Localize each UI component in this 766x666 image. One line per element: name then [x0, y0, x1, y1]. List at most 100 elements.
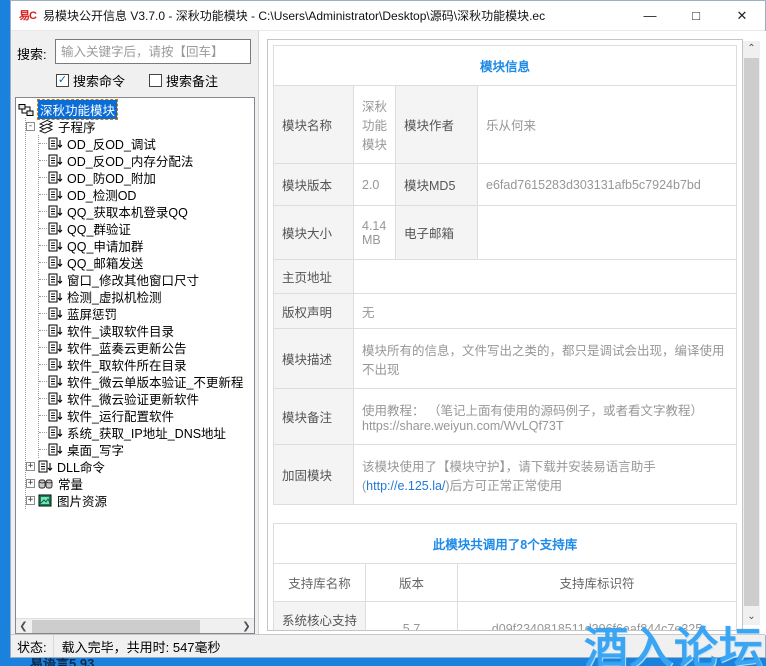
search-label: 搜索:: [17, 47, 47, 62]
expand-icon[interactable]: +: [26, 496, 35, 505]
app-icon: 易C: [19, 9, 37, 22]
right-panel: 模块信息 模块名称 深秋功能模块 模块作者 乐从何来 模块版本 2.0 模块MD…: [259, 31, 766, 635]
module-tree: 深秋功能模块 - 子程序 OD_反OD_调试 OD_反OD_内存分配法 OD_防…: [15, 97, 255, 634]
tree-item[interactable]: 桌面_写字: [39, 441, 254, 458]
lib-name: 系统核心支持库[krnln]: [273, 601, 366, 630]
tree-item[interactable]: 软件_运行配置软件: [39, 407, 254, 424]
tree-connector-line: [39, 296, 47, 297]
method-doc-icon: [48, 273, 63, 285]
tree-item[interactable]: QQ_申请加群: [39, 237, 254, 254]
app-window: 易C 易模块公开信息 V3.7.0 - 深秋功能模块 - C:\Users\Ad…: [10, 0, 766, 658]
tree-item[interactable]: 软件_蓝奏云更新公告: [39, 339, 254, 356]
tree-connector-line: [39, 245, 47, 246]
expand-icon[interactable]: +: [26, 462, 35, 471]
tree-item[interactable]: 蓝屏惩罚: [39, 305, 254, 322]
method-doc-icon: [48, 375, 63, 387]
method-doc-icon: [48, 154, 63, 166]
field-value: 使用教程： （笔记上面有使用的源码例子，或者看文字教程） https://sha…: [353, 388, 737, 445]
tree-item[interactable]: OD_防OD_附加: [39, 169, 254, 186]
field-value: 该模块使用了【模块守护】，请下载并安装易语言助手(http://e.125.la…: [353, 444, 737, 505]
field-value: [353, 259, 737, 294]
checkbox-search-remark[interactable]: 搜索备注: [149, 71, 218, 90]
tree-connector-line: [39, 177, 47, 178]
checkbox-command-label: 搜索命令: [73, 74, 126, 89]
method-doc-icon: [48, 426, 63, 438]
tree-connector-line: [39, 160, 47, 161]
method-doc-icon: [48, 222, 63, 234]
close-button[interactable]: ✕: [719, 1, 765, 30]
tree-item[interactable]: QQ_邮箱发送: [39, 254, 254, 271]
tree-item[interactable]: QQ_获取本机登录QQ: [39, 203, 254, 220]
tree-item[interactable]: OD_反OD_内存分配法: [39, 152, 254, 169]
right-vertical-scrollbar[interactable]: ⌃ ⌄: [743, 41, 760, 625]
column-header: 版本: [365, 563, 458, 602]
tree-connector-line: [39, 415, 47, 416]
tree-item[interactable]: 系统_获取_IP地址_DNS地址: [39, 424, 254, 441]
tree-item[interactable]: OD_检测OD: [39, 186, 254, 203]
field-value: 深秋功能模块: [353, 85, 396, 164]
tree-connector-line: [39, 330, 47, 331]
tree-item[interactable]: 软件_微云单版本验证_不更新程: [39, 373, 254, 390]
tree-item[interactable]: 检测_虚拟机检测: [39, 288, 254, 305]
scroll-right-icon[interactable]: ❯: [239, 619, 254, 633]
remark-text: 使用教程： （笔记上面有使用的源码例子，或者看文字教程）: [362, 404, 703, 418]
image-resource-icon: [38, 494, 52, 506]
subprogram-stack-icon: [38, 120, 54, 134]
tree-branch-images[interactable]: + 图片资源: [26, 492, 254, 509]
horizontal-scroll-thumb[interactable]: [32, 620, 200, 633]
checkbox-search-command[interactable]: ✓ 搜索命令: [56, 71, 125, 90]
tree-item[interactable]: 软件_微云验证更新软件: [39, 390, 254, 407]
tree-connector-line: [39, 432, 47, 433]
tree-connector-line: [39, 449, 47, 450]
tree-item[interactable]: 窗口_修改其他窗口尺寸: [39, 271, 254, 288]
tree-branch-dll[interactable]: + DLL命令: [26, 458, 254, 475]
method-doc-icon: [48, 188, 63, 200]
tree-horizontal-scrollbar[interactable]: ❮ ❯: [16, 618, 254, 633]
checkbox-unchecked-icon: [149, 74, 162, 87]
method-doc-icon: [48, 307, 63, 319]
tree-connector-line: [39, 194, 47, 195]
tree-item[interactable]: OD_反OD_调试: [39, 135, 254, 152]
method-doc-icon: [48, 171, 63, 183]
tree-root-item[interactable]: 深秋功能模块: [18, 99, 254, 120]
field-value: 无: [353, 293, 737, 329]
titlebar: 易C 易模块公开信息 V3.7.0 - 深秋功能模块 - C:\Users\Ad…: [11, 1, 765, 31]
vertical-scroll-thumb[interactable]: [744, 58, 759, 606]
field-label: 模块描述: [273, 328, 354, 389]
field-value: 4.14 MB: [353, 205, 396, 260]
module-info-title: 模块信息: [273, 45, 737, 86]
search-input[interactable]: [55, 39, 251, 64]
scroll-left-icon[interactable]: ❮: [16, 619, 31, 633]
tree-item[interactable]: 软件_读取软件目录: [39, 322, 254, 339]
forum-watermark: 酒入论坛: [584, 624, 764, 666]
field-value: e6fad7615283d303131afb5c7924b7bd: [477, 163, 737, 206]
support-libs-title: 此模块共调用了8个支持库: [273, 523, 737, 564]
column-header: 支持库标识符: [457, 563, 737, 602]
tree-item[interactable]: 软件_取软件所在目录: [39, 356, 254, 373]
tree-branch-subprograms[interactable]: - 子程序: [26, 118, 254, 135]
method-doc-icon: [48, 392, 63, 404]
maximize-button[interactable]: □: [673, 1, 719, 30]
tree-connector-line: [39, 262, 47, 263]
method-doc-icon: [48, 409, 63, 421]
tree-connector-line: [39, 347, 47, 348]
field-value: 模块所有的信息，文件写出之类的，都只是调试会出现，编译使用不出现: [353, 328, 737, 389]
elang-helper-link[interactable]: http://e.125.la/: [366, 479, 445, 493]
expand-icon[interactable]: +: [26, 479, 35, 488]
tree-item[interactable]: QQ_群验证: [39, 220, 254, 237]
field-label: 加固模块: [273, 444, 354, 505]
tree-connector-line: [39, 211, 47, 212]
method-doc-icon: [48, 137, 63, 149]
checkbox-checked-icon: ✓: [56, 74, 69, 87]
collapse-icon[interactable]: -: [26, 122, 35, 131]
left-panel: 搜索: ✓ 搜索命令 搜索备注 深秋功能模块: [11, 31, 259, 635]
tree-branch-constants[interactable]: + 常量: [26, 475, 254, 492]
remark-url: https://share.weiyun.com/WvLQf73T: [362, 419, 564, 433]
field-value: [477, 205, 737, 260]
method-doc-icon: [48, 324, 63, 336]
scroll-up-icon[interactable]: ⌃: [743, 41, 760, 57]
minimize-button[interactable]: —: [627, 1, 673, 30]
tree-connector-line: [39, 228, 47, 229]
tree-connector-line: [39, 398, 47, 399]
method-doc-icon: [48, 239, 63, 251]
